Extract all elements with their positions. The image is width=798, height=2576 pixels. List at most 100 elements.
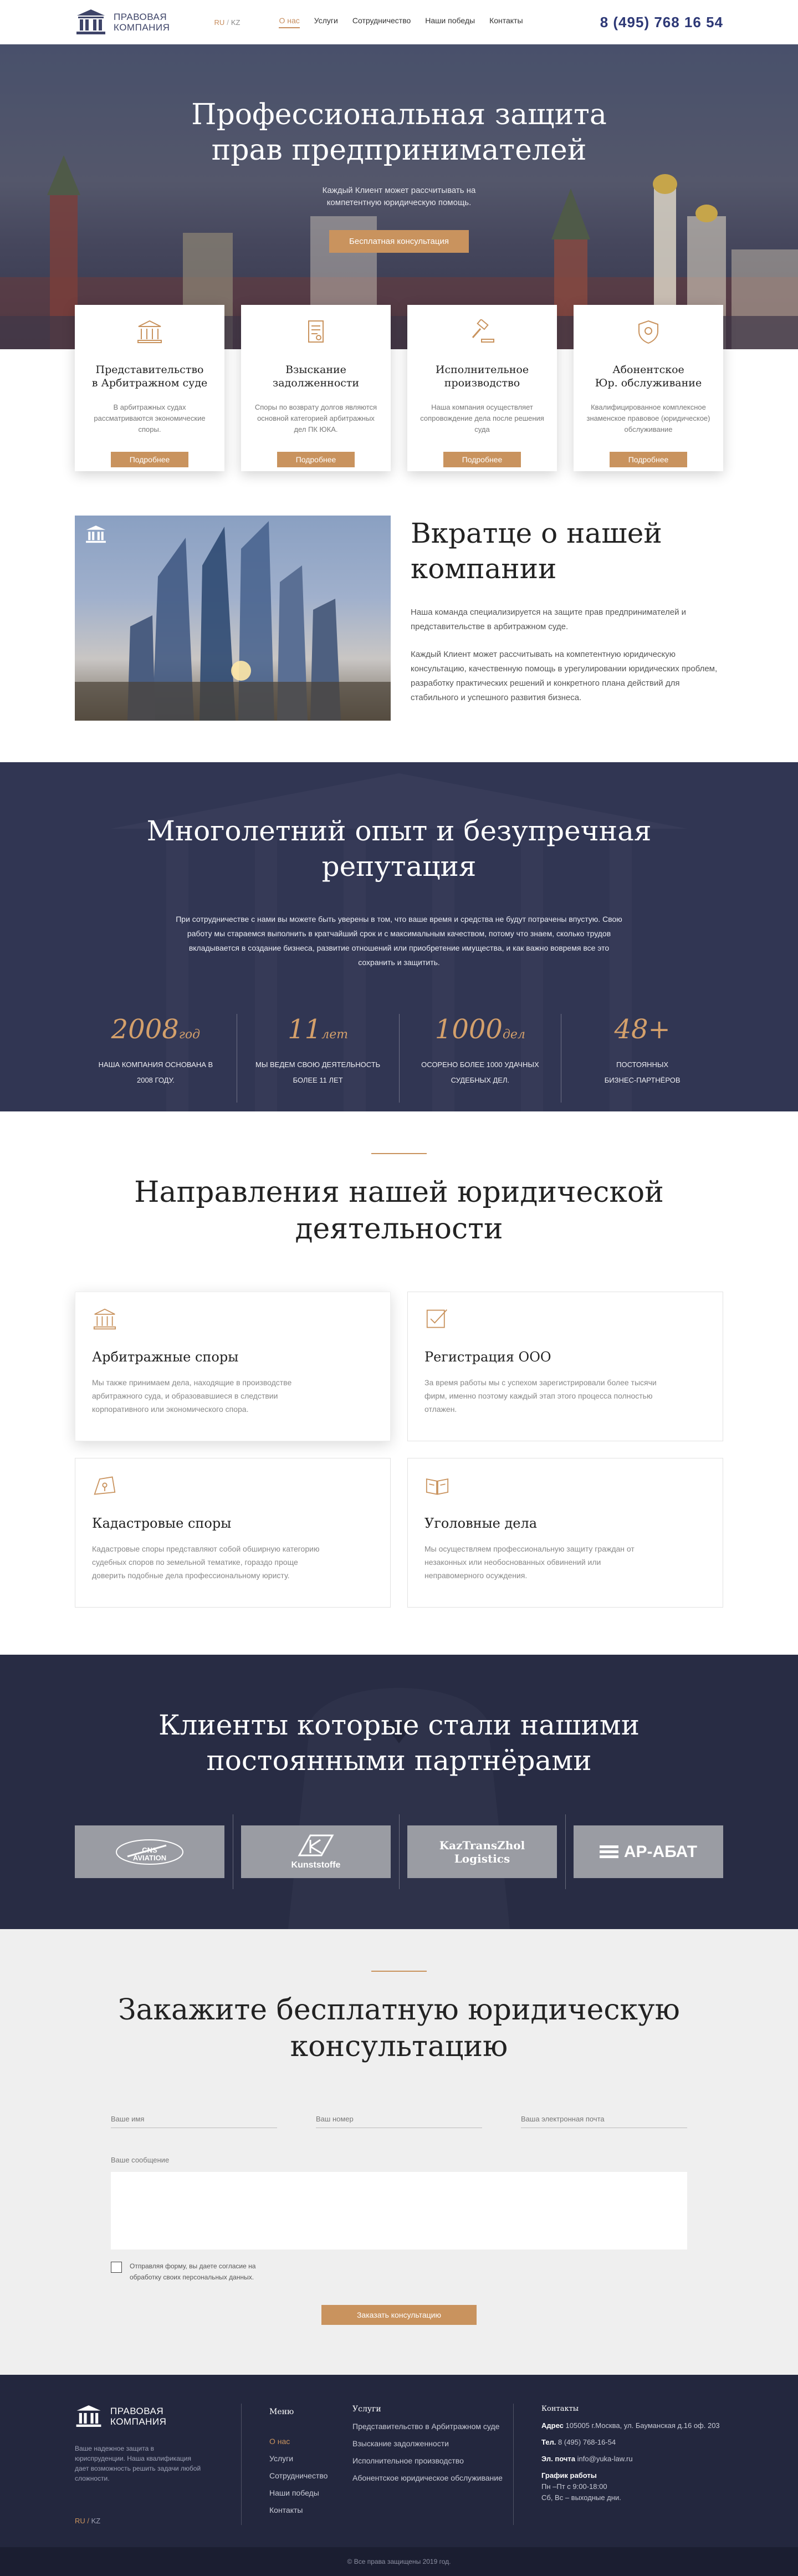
- stat-caption: Наша компания основана в 2008 году.: [98, 1060, 213, 1084]
- service-card: Абонентское Юр. обслуживание Квалифициров…: [574, 305, 723, 471]
- footer-phone[interactable]: Тел. 8 (495) 768-16-54: [541, 2437, 723, 2448]
- direction-text: Мы также принимаем дела, находящие в про…: [92, 1378, 292, 1414]
- lang-ru[interactable]: RU: [75, 2517, 85, 2525]
- nav-services[interactable]: Услуги: [314, 16, 338, 28]
- service-text: В арбитражных судах рассматриваются экон…: [94, 403, 206, 433]
- kunststoffe-mark-icon: [298, 1834, 334, 1856]
- stat-number: 1000: [434, 1014, 503, 1045]
- partner-logo-kaztranszhol[interactable]: KazTransZhol Logistics: [407, 1814, 566, 1889]
- email-input[interactable]: Ваша электронная почта: [521, 2115, 687, 2128]
- more-button[interactable]: Подробнее: [110, 452, 189, 467]
- free-consultation-button[interactable]: Бесплатная консультация: [329, 230, 469, 253]
- direction-title: Арбитражные споры: [92, 1349, 239, 1365]
- stat-number: 2008: [111, 1014, 179, 1045]
- footer-service-link[interactable]: Взыскание задолженности: [352, 2438, 513, 2449]
- footer-link[interactable]: Сотрудничество: [269, 2467, 352, 2485]
- direction-card[interactable]: Регистрация ООО За время работы мы с усп…: [407, 1292, 723, 1441]
- header-phone[interactable]: 8 (495) 768 16 54: [600, 14, 723, 31]
- stat-item: 11лет Мы ведем свою деятельность более 11…: [237, 1014, 400, 1103]
- service-text: Наша компания осуществляет сопровождение…: [420, 403, 544, 433]
- more-button[interactable]: Подробнее: [277, 452, 355, 467]
- nav-about[interactable]: О нас: [279, 16, 300, 28]
- message-textarea[interactable]: [111, 2172, 687, 2249]
- checkmark-document-icon: [426, 1309, 448, 1328]
- footer-link[interactable]: Услуги: [269, 2450, 352, 2467]
- consultation-form: Ваше имя Ваш номер Ваша электронная почт…: [111, 2115, 687, 2325]
- footer-service-link[interactable]: Представительство в Арбитражном суде: [352, 2421, 513, 2432]
- stat-item: 1000дел Осорено более 1000 удачных судебн…: [400, 1014, 562, 1103]
- footer-language-switch: RU / KZ: [75, 2517, 101, 2525]
- direction-card[interactable]: Арбитражные споры Мы также принимаем дел…: [75, 1292, 391, 1441]
- footer-link[interactable]: Наши победы: [269, 2485, 352, 2502]
- more-button[interactable]: Подробнее: [609, 452, 688, 467]
- copyright: © Все права защищены 2019 год.: [0, 2547, 798, 2576]
- consent-checkbox[interactable]: [111, 2262, 122, 2273]
- footer-logo[interactable]: Правовая компания: [75, 2404, 241, 2429]
- footer-services: Услуги Представительство в Арбитражном с…: [352, 2404, 513, 2525]
- nav-victories[interactable]: Наши победы: [425, 16, 475, 28]
- site-header: Правовая компания RU / KZ О нас Услуги Сотр…: [0, 0, 798, 44]
- direction-title: Регистрация ООО: [424, 1349, 551, 1365]
- service-title: Взыскание задолженности: [272, 364, 360, 389]
- more-button[interactable]: Подробнее: [443, 452, 521, 467]
- open-book-icon: [426, 1478, 449, 1495]
- about-title: Вкратце о нашей компании: [411, 517, 662, 585]
- service-title: Абонентское Юр. обслуживание: [595, 364, 702, 389]
- footer-schedule: График работы Пн –Пт с 9:00-18:00 Сб, Вс –…: [541, 2471, 621, 2502]
- section-divider: [371, 1153, 427, 1154]
- about-paragraph: Наша команда специализируется на защите …: [411, 608, 687, 631]
- consultation-section: Закажите бесплатную юридическую консульта…: [0, 1929, 798, 2375]
- partner-logo-cns-aviation[interactable]: CNS AVIATION: [75, 1814, 233, 1889]
- stat-unit: дел: [502, 1028, 525, 1042]
- phone-input[interactable]: Ваш номер: [316, 2115, 482, 2128]
- direction-card[interactable]: Кадастровые споры Кадастровые споры пред…: [75, 1458, 391, 1608]
- lang-kz[interactable]: KZ: [231, 18, 241, 27]
- logo[interactable]: Правовая компания: [75, 8, 170, 37]
- footer-contacts: Контакты Адрес 105005 г.Москва, ул. Баум…: [541, 2404, 723, 2525]
- footer-link[interactable]: О нас: [269, 2433, 352, 2450]
- message-label: Ваше сообщение: [111, 2156, 170, 2164]
- service-card: Представительство в Арбитражном суде В ар…: [75, 305, 224, 471]
- section-divider: [371, 1971, 427, 1972]
- partners-section: Клиенты которые стали нашими постоянными …: [0, 1655, 798, 1929]
- service-title: Исполнительное производство: [435, 364, 529, 389]
- moscow-city-image: [75, 516, 391, 721]
- direction-card[interactable]: Уголовные дела Мы осуществляем профессио…: [407, 1458, 723, 1608]
- lang-ru[interactable]: RU: [214, 18, 224, 27]
- partner-logo-kunststoffe[interactable]: Kunststoffe: [241, 1814, 400, 1889]
- footer-service-link[interactable]: Абонентское юридическое обслуживание: [352, 2472, 513, 2483]
- footer-email[interactable]: Эл. почта info@yuka-law.ru: [541, 2453, 723, 2465]
- hero-title: Профессиональная защита прав предпринимат…: [191, 98, 607, 167]
- directions-title: Направления нашей юридической деятельност…: [134, 1176, 664, 1246]
- service-text: Квалифицированное комплексное знаменское…: [586, 403, 710, 433]
- experience-lead: При сотрудничестве с нами вы можете быть…: [176, 915, 622, 967]
- direction-text: За время работы мы с успехом зарегистрир…: [424, 1378, 657, 1414]
- footer-contacts-title: Контакты: [541, 2405, 579, 2413]
- service-text: Споры по возврату долгов являются основн…: [254, 403, 377, 433]
- gavel-icon: [472, 318, 494, 343]
- footer-about: Ваше надежное защита в юриспруденции. На…: [75, 2445, 201, 2482]
- footer-menu: Меню О нас Услуги Сотрудничество Наши по…: [269, 2404, 352, 2525]
- nav-cooperation[interactable]: Сотрудничество: [352, 16, 411, 28]
- hero-subtitle: Каждый Клиент может рассчитывать на компе…: [322, 186, 476, 207]
- hero-section: Профессиональная защита прав предпринимат…: [0, 44, 798, 349]
- direction-title: Кадастровые споры: [92, 1516, 232, 1531]
- stat-item: 2008год Наша компания основана в 2008 год…: [75, 1014, 237, 1103]
- stat-caption: Мы ведем свою деятельность более 11 лет: [255, 1060, 381, 1084]
- courthouse-icon: [93, 1308, 116, 1330]
- name-input[interactable]: Ваше имя: [111, 2115, 277, 2128]
- stat-number: 48+: [614, 1014, 671, 1045]
- stat-caption: постоянных бизнес-партнёров: [604, 1060, 681, 1084]
- service-cards: Представительство в Арбитражном суде В ар…: [0, 305, 798, 471]
- lang-kz[interactable]: KZ: [91, 2517, 101, 2525]
- about-paragraph: Каждый Клиент может рассчитывать на комп…: [411, 650, 718, 702]
- about-section: Вкратце о нашей компании Наша команда спе…: [0, 471, 798, 762]
- partner-logo-ar-abat[interactable]: АР-АБАТ: [574, 1825, 723, 1878]
- nav-contacts[interactable]: Контакты: [489, 16, 523, 28]
- courthouse-logo-icon: [76, 9, 105, 34]
- order-consultation-button[interactable]: Заказать консультацию: [321, 2305, 477, 2325]
- footer-link[interactable]: Контакты: [269, 2502, 352, 2519]
- site-footer: Правовая компания Ваше надежное защита в …: [0, 2375, 798, 2547]
- footer-service-link[interactable]: Исполнительное производство: [352, 2455, 513, 2466]
- courthouse-icon: [137, 320, 162, 343]
